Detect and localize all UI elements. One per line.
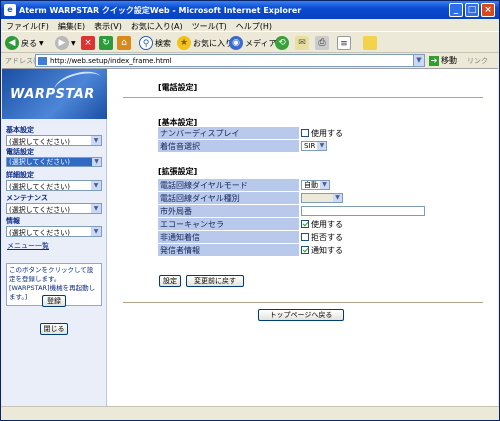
- anonymous-reject-checkbox[interactable]: [301, 233, 309, 241]
- row-echo-canceller: エコーキャンセラ 使用する: [158, 218, 430, 230]
- forward-arrow-icon: ▶: [55, 36, 69, 50]
- back-arrow-icon: ◀: [5, 36, 19, 50]
- row-dial-mode: 電話回線ダイヤルモード 自動 ▼: [158, 179, 430, 191]
- row-ringtone: 着信音選択 SIR ▼: [158, 140, 430, 152]
- star-icon: ★: [177, 36, 191, 50]
- sidebar-select-advanced[interactable]: (選択してください) ▼: [6, 180, 102, 191]
- title-bar: e Aterm WARPSTAR クイック設定Web - Microsoft I…: [1, 1, 499, 19]
- print-icon: ⎙: [315, 36, 329, 50]
- sidebar-label-phone: 電話設定: [6, 148, 34, 156]
- refresh-button[interactable]: ↻: [99, 35, 113, 51]
- number-display-checkbox[interactable]: [301, 129, 309, 137]
- chevron-down-icon: ▼: [91, 181, 101, 190]
- row-caller-info: 発信者情報 通知する: [158, 244, 430, 256]
- minimize-button[interactable]: _: [449, 3, 463, 17]
- stop-button[interactable]: ×: [81, 35, 95, 51]
- row-anonymous-call: 非通知着信 拒否する: [158, 231, 430, 243]
- media-icon: ◉: [229, 36, 243, 50]
- top-page-button[interactable]: トップページへ戻る: [258, 309, 344, 321]
- folder-icon: [363, 36, 377, 50]
- area-code-input[interactable]: [301, 206, 425, 216]
- browser-window: e Aterm WARPSTAR クイック設定Web - Microsoft I…: [0, 0, 500, 421]
- window-title: Aterm WARPSTAR クイック設定Web - Microsoft Int…: [19, 6, 302, 15]
- toolbar: ◀ 戻る ▼ ▶ ▼ × ↻ ⌂ ⚲ 検索 ★ お気に入り ◉ メディア ⟲ ✉…: [1, 31, 499, 53]
- sidebar-label-maintenance: メンテナンス: [6, 194, 48, 202]
- sidebar-advanced: 詳細設定 (選択してください) ▼: [6, 170, 102, 191]
- ringtone-select[interactable]: SIR ▼: [301, 141, 328, 151]
- revert-button[interactable]: 変更前に戻す: [186, 275, 244, 287]
- status-bar: [1, 406, 499, 420]
- sidebar-select-maintenance[interactable]: (選択してください) ▼: [6, 203, 102, 214]
- bottom-divider: [123, 302, 483, 303]
- messenger-button[interactable]: [363, 35, 377, 51]
- address-dropdown-icon[interactable]: ▼: [413, 55, 424, 66]
- favorites-button[interactable]: ★ お気に入り: [177, 35, 233, 51]
- sidebar-phone: 電話設定 (選択してください) ▼: [6, 147, 102, 169]
- address-bar: アドレス(D) http://web.setup/index_frame.htm…: [1, 53, 499, 68]
- extended-settings-heading: [拡張設定]: [158, 167, 198, 176]
- media-button[interactable]: ◉ メディア: [229, 35, 276, 51]
- back-button[interactable]: ◀ 戻る ▼: [5, 35, 44, 51]
- go-arrow-icon: ➔: [429, 55, 439, 66]
- echo-canceller-checkbox[interactable]: [301, 220, 309, 228]
- page-title: [電話設定]: [158, 83, 198, 92]
- home-button[interactable]: ⌂: [117, 35, 131, 51]
- sidebar-label-advanced: 詳細設定: [6, 171, 34, 179]
- chevron-down-icon: ▼: [91, 227, 101, 236]
- links-button[interactable]: リンク: [467, 56, 488, 66]
- sidebar-label-info: 情報: [6, 217, 20, 225]
- search-button[interactable]: ⚲ 検索: [139, 35, 171, 51]
- sidebar-maintenance: メンテナンス (選択してください) ▼: [6, 193, 102, 214]
- dial-mode-select[interactable]: 自動 ▼: [301, 180, 330, 190]
- menu-bar: ファイル(F) 編集(E) 表示(V) お気に入り(A) ツール(T) ヘルプ(…: [1, 19, 499, 31]
- sidebar-select-basic[interactable]: (選択してください) ▼: [6, 135, 102, 146]
- set-button[interactable]: 設定: [159, 275, 181, 287]
- print-button[interactable]: ⎙: [315, 35, 329, 51]
- title-divider: [123, 97, 483, 98]
- go-button[interactable]: ➔ 移動: [429, 55, 457, 66]
- history-button[interactable]: ⟲: [275, 35, 289, 51]
- page-icon: [38, 57, 47, 65]
- back-dropdown-icon[interactable]: ▼: [39, 40, 44, 47]
- row-area-code: 市外局番: [158, 205, 430, 217]
- ie-icon: e: [4, 4, 16, 16]
- home-icon: ⌂: [117, 36, 131, 50]
- sidebar-info: 情報 (選択してください) ▼: [6, 216, 102, 237]
- address-input[interactable]: http://web.setup/index_frame.html ▼: [35, 54, 425, 67]
- caller-info-checkbox[interactable]: [301, 246, 309, 254]
- chevron-down-icon: ▼: [317, 142, 327, 150]
- chevron-down-icon: ▼: [92, 158, 101, 166]
- chevron-down-icon: ▼: [91, 136, 101, 145]
- mail-icon: ✉: [295, 36, 309, 50]
- menu-list-link[interactable]: メニュー一覧: [7, 241, 49, 251]
- refresh-icon: ↻: [99, 36, 113, 50]
- sidebar-label-basic: 基本設定: [6, 126, 34, 134]
- mail-button[interactable]: ✉: [295, 35, 309, 51]
- forward-dropdown-icon[interactable]: ▼: [71, 40, 76, 47]
- chevron-down-icon: ▼: [333, 194, 342, 202]
- row-dial-type: 電話回線ダイヤル種別 ▼: [158, 192, 430, 204]
- sidebar-select-phone[interactable]: (選択してください) ▼: [6, 157, 102, 167]
- maximize-button[interactable]: □: [465, 3, 479, 17]
- page-content: WARPSTAR 基本設定 (選択してください) ▼ 電話設定 (選択してくださ…: [2, 67, 498, 406]
- history-icon: ⟲: [275, 36, 289, 50]
- search-icon: ⚲: [139, 36, 153, 50]
- stop-icon: ×: [81, 36, 95, 50]
- forward-button[interactable]: ▶ ▼: [55, 35, 76, 51]
- row-number-display: ナンバーディスプレイ 使用する: [158, 127, 430, 139]
- warpstar-logo: WARPSTAR: [2, 67, 107, 119]
- edit-button[interactable]: ≡: [337, 35, 351, 51]
- chevron-down-icon: ▼: [320, 181, 329, 189]
- sidebar: WARPSTAR 基本設定 (選択してください) ▼ 電話設定 (選択してくださ…: [2, 67, 107, 406]
- register-button[interactable]: 登録: [42, 295, 66, 307]
- edit-icon: ≡: [337, 36, 351, 50]
- sidebar-basic: 基本設定 (選択してください) ▼: [6, 125, 102, 146]
- close-window-button[interactable]: 閉じる: [40, 323, 68, 335]
- close-button[interactable]: ×: [481, 3, 495, 17]
- main-panel: [電話設定] [基本設定] ナンバーディスプレイ 使用する 着信音選択 SIR ▼…: [108, 69, 498, 406]
- sidebar-select-info[interactable]: (選択してください) ▼: [6, 226, 102, 237]
- chevron-down-icon: ▼: [91, 204, 101, 213]
- dial-type-select: ▼: [301, 193, 343, 203]
